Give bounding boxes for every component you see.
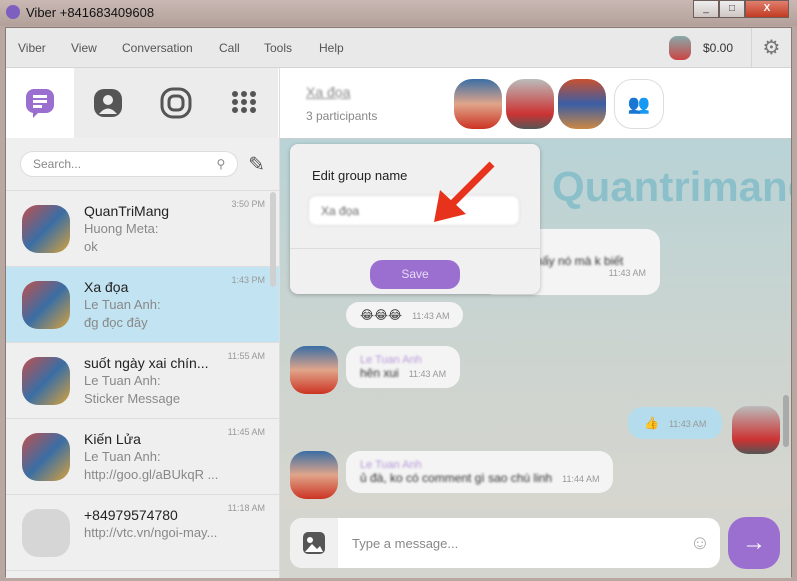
emoji-icon[interactable]: ☺ [680, 532, 720, 555]
tab-chats[interactable] [6, 68, 74, 138]
title-bar: Viber +841683409608 _ □ X [0, 0, 797, 26]
conversation-item[interactable]: Kiến Lửa Le Tuan Anh: http://goo.gl/aBUkqR… [6, 419, 279, 495]
account[interactable]: $0.00 [668, 36, 733, 60]
maximize-button[interactable]: □ [719, 0, 745, 18]
balance: $0.00 [702, 41, 733, 55]
save-button[interactable]: Save [370, 260, 460, 289]
menu-viber[interactable]: Viber [18, 41, 46, 55]
my-avatar [732, 406, 780, 454]
conversation-item[interactable]: Xa đọa Le Tuan Anh: đg đọc đây 1:43 PM [6, 267, 279, 343]
menu-tools[interactable]: Tools [264, 41, 292, 55]
menu-view[interactable]: View [71, 41, 97, 55]
chat-icon [26, 89, 54, 118]
tab-public[interactable] [142, 68, 210, 138]
image-attach-icon[interactable] [290, 518, 338, 568]
participant-avatar[interactable] [454, 79, 502, 129]
minimize-button[interactable]: _ [693, 0, 719, 18]
conversation-item[interactable]: suốt ngày xai chín... Le Tuan Anh: Sticker… [6, 343, 279, 419]
message-input[interactable]: Type a message... ☺ [290, 518, 720, 568]
sender-avatar[interactable] [290, 346, 338, 394]
search-input[interactable]: Search... ⚲ [20, 151, 239, 177]
close-button[interactable]: X [745, 0, 789, 18]
message-bubble: 😂😂😂 11:43 AM [346, 302, 464, 328]
conversation-item[interactable]: QuanTriMang Huong Meta: ok 3:50 PM [6, 191, 279, 267]
participant-avatar[interactable] [506, 79, 554, 129]
watermark: Quantrimang [552, 163, 791, 210]
send-button[interactable]: → [728, 517, 780, 569]
participants-count: 3 participants [306, 109, 378, 123]
tab-contacts[interactable] [74, 68, 142, 138]
avatar [22, 357, 70, 405]
avatar-placeholder [22, 509, 70, 557]
participants-icon[interactable]: 👥 [614, 79, 664, 129]
contact-icon [94, 89, 122, 117]
avatar [22, 205, 70, 253]
menu-conversation[interactable]: Conversation [122, 41, 193, 55]
menu-call[interactable]: Call [219, 41, 240, 55]
settings-gear-icon[interactable]: ⚙ [751, 28, 791, 68]
red-arrow-annotation [434, 161, 495, 222]
avatar [22, 281, 70, 329]
menu-help[interactable]: Help [319, 41, 344, 55]
compose-icon[interactable]: ✎ [248, 152, 265, 177]
viber-logo-icon [6, 5, 20, 19]
dialpad-icon [232, 91, 256, 113]
edit-group-name-popup: Edit group name Xa đọa Save [290, 144, 540, 294]
public-chats-icon [160, 87, 192, 119]
chat-scrollbar[interactable] [783, 395, 789, 447]
sender-avatar[interactable] [290, 451, 338, 499]
popup-label: Edit group name [312, 168, 408, 183]
avatar [22, 433, 70, 481]
list-scrollbar[interactable] [270, 192, 276, 287]
message-bubble-outgoing: 👍 11:43 AM [628, 407, 723, 439]
menu-bar: Viber View Conversation Call Tools Help … [6, 28, 791, 68]
message-bubble: Le Tuan Anh hên xui 11:43 AM [346, 346, 461, 388]
account-avatar [668, 36, 691, 60]
conversation-item[interactable]: +84979574780 http://vtc.vn/ngoi-may... 11:… [6, 495, 279, 571]
group-name[interactable]: Xa đọa [306, 84, 350, 100]
participant-avatar[interactable] [558, 79, 606, 129]
conversation-list: QuanTriMang Huong Meta: ok 3:50 PM Xa đọa Le… [6, 191, 279, 571]
window-title: Viber +841683409608 [26, 5, 155, 20]
message-bubble: Le Tuan Anh ủ đà, ko có comment gì sao ch… [346, 451, 614, 493]
search-icon: ⚲ [216, 157, 226, 171]
tab-dialpad[interactable] [210, 68, 278, 138]
